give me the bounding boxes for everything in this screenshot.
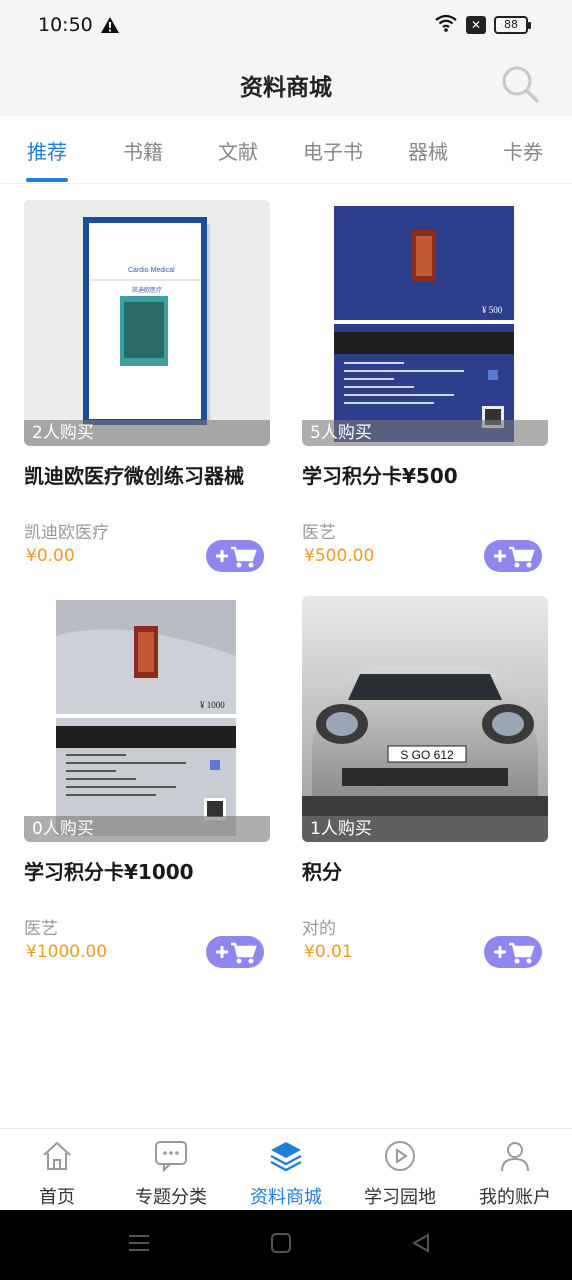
nav-label: 资料商城 xyxy=(250,1187,322,1208)
sold-count: 0人购买 xyxy=(24,816,270,842)
product-card[interactable]: ¥ 500 5人购买 学习积分卡¥500 医艺 ¥500.00 xyxy=(302,184,548,572)
x-icon: ✕ xyxy=(466,16,486,34)
product-card[interactable]: ¥ 1000 0人购买 学习积分卡¥1000 医艺 ¥1000.00 xyxy=(24,580,270,968)
nav-learning[interactable]: 学习园地 xyxy=(343,1135,457,1209)
add-to-cart-button[interactable] xyxy=(206,936,264,968)
product-brand: 医艺 xyxy=(302,523,336,543)
menu-button[interactable] xyxy=(128,1232,150,1258)
tab-ebooks[interactable]: 电子书 xyxy=(303,136,363,165)
app-header: 资料商城 xyxy=(0,52,572,116)
nav-topics[interactable]: 专题分类 xyxy=(114,1135,228,1209)
nav-label: 专题分类 xyxy=(135,1187,207,1208)
product-brand: 凯迪欧医疗 xyxy=(24,523,109,543)
warning-icon xyxy=(100,16,120,38)
nav-label: 学习园地 xyxy=(364,1187,436,1208)
add-to-cart-button[interactable] xyxy=(206,540,264,572)
product-title[interactable]: 学习积分卡¥500 xyxy=(302,460,552,489)
tab-books[interactable]: 书籍 xyxy=(123,136,163,165)
svg-text:凯迪欧医疗: 凯迪欧医疗 xyxy=(132,286,162,294)
product-image-card-blue: ¥ 500 5人购买 xyxy=(302,200,548,446)
product-title[interactable]: 积分 xyxy=(302,856,552,885)
wifi-icon xyxy=(434,14,458,36)
product-title[interactable]: 学习积分卡¥1000 xyxy=(24,856,274,885)
bottom-nav: 首页 专题分类 资料商城 学习园地 我的账户 xyxy=(0,1128,572,1210)
back-button[interactable] xyxy=(410,1232,432,1258)
search-button[interactable] xyxy=(500,64,540,104)
battery-indicator: 88 xyxy=(494,16,531,34)
nav-label: 我的账户 xyxy=(479,1187,551,1208)
product-price: ¥500.00 xyxy=(304,546,375,566)
tab-recommend[interactable]: 推荐 xyxy=(27,136,67,165)
square-icon xyxy=(271,1233,291,1253)
add-cart-icon xyxy=(216,942,257,964)
status-time: 10:50 xyxy=(38,14,93,36)
status-bar: 10:50 ✕ 88 xyxy=(0,0,572,52)
license-plate: S GO 612 xyxy=(400,748,454,762)
back-icon xyxy=(411,1233,429,1253)
chat-icon xyxy=(155,1141,187,1173)
play-icon xyxy=(385,1141,415,1171)
product-price: ¥1000.00 xyxy=(26,942,108,962)
product-card[interactable]: S GO 612 1人购买 积分 对的 ¥0.01 xyxy=(302,580,548,968)
product-price: ¥0.01 xyxy=(304,942,353,962)
tab-coupons[interactable]: 卡券 xyxy=(503,136,543,165)
tab-instruments[interactable]: 器械 xyxy=(408,136,448,165)
product-title[interactable]: 凯迪欧医疗微创练习器械 xyxy=(24,460,274,489)
product-card[interactable]: Cardio Medical 凯迪欧医疗 2人购买 凯迪欧医疗微创练习器械 凯迪… xyxy=(24,184,270,572)
product-image-card-grey: ¥ 1000 0人购买 xyxy=(24,596,270,842)
category-tabs: 推荐 书籍 文献 电子书 器械 卡券 xyxy=(0,116,572,184)
add-cart-icon xyxy=(494,942,535,964)
nav-label: 首页 xyxy=(39,1187,75,1208)
add-to-cart-button[interactable] xyxy=(484,540,542,572)
home-system-button[interactable] xyxy=(270,1232,292,1258)
card-value: ¥ 500 xyxy=(482,305,503,315)
page-title: 资料商城 xyxy=(240,75,332,101)
nav-home[interactable]: 首页 xyxy=(0,1135,114,1209)
home-icon xyxy=(43,1141,71,1170)
product-brand: 医艺 xyxy=(24,919,58,939)
user-icon xyxy=(501,1142,529,1172)
nav-account[interactable]: 我的账户 xyxy=(458,1135,572,1209)
search-icon xyxy=(502,66,539,103)
tab-literature[interactable]: 文献 xyxy=(218,136,258,165)
menu-icon xyxy=(129,1235,149,1251)
nav-store[interactable]: 资料商城 xyxy=(229,1135,343,1209)
product-image-book-cover: Cardio Medical 凯迪欧医疗 2人购买 xyxy=(24,200,270,446)
sold-count: 1人购买 xyxy=(302,816,548,842)
add-cart-icon xyxy=(494,546,535,568)
system-nav-bar xyxy=(0,1210,572,1280)
product-price: ¥0.00 xyxy=(26,546,75,566)
svg-text:Cardio Medical: Cardio Medical xyxy=(128,267,175,274)
sold-count: 2人购买 xyxy=(24,420,270,446)
add-cart-icon xyxy=(216,546,257,568)
add-to-cart-button[interactable] xyxy=(484,936,542,968)
active-tab-indicator xyxy=(26,178,68,182)
layers-icon xyxy=(270,1142,302,1172)
product-brand: 对的 xyxy=(302,919,336,939)
product-image-car-photo: S GO 612 1人购买 xyxy=(302,596,548,842)
sold-count: 5人购买 xyxy=(302,420,548,446)
card-value: ¥ 1000 xyxy=(200,700,225,710)
